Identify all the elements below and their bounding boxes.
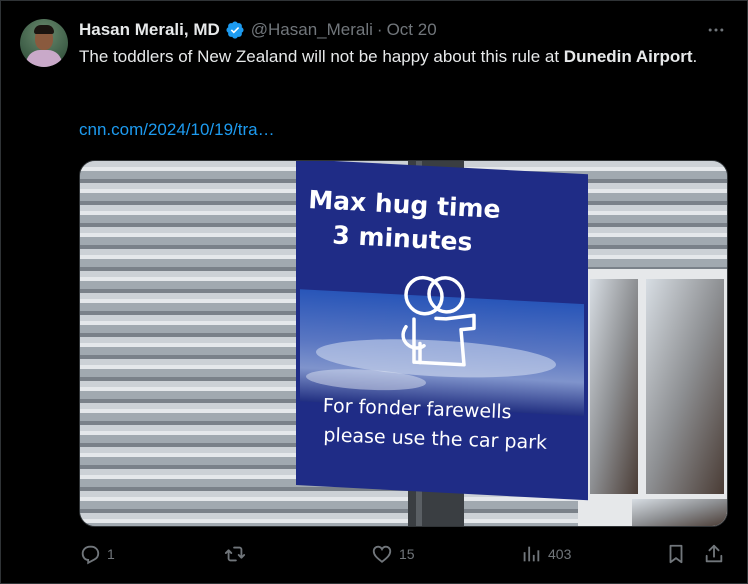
separator-dot: · [376, 20, 383, 39]
verified-icon [226, 21, 244, 39]
retweet-icon [224, 546, 246, 562]
like-button[interactable]: 15 [371, 540, 415, 568]
tweet-header: Hasan Merali, MD @Hasan_Merali · Oct 20 [79, 19, 437, 41]
tweet-text: The toddlers of New Zealand will not be … [79, 45, 719, 69]
tweet-text-after: . [692, 47, 698, 66]
like-count: 15 [399, 546, 415, 562]
like-icon [372, 545, 392, 563]
tweet-actions: 1 15 403 [79, 540, 727, 568]
tweet-date[interactable]: Oct 20 [387, 20, 437, 40]
author-name[interactable]: Hasan Merali, MD [79, 20, 220, 40]
more-button[interactable] [705, 19, 727, 41]
views-button[interactable]: 403 [520, 540, 571, 568]
share-button[interactable] [703, 540, 725, 568]
sign-photo: Max hug time 3 minutes For fonder farewe… [80, 161, 727, 526]
tweet-media-image[interactable]: Max hug time 3 minutes For fonder farewe… [79, 160, 728, 527]
avatar[interactable] [20, 19, 68, 67]
views-icon [523, 546, 540, 562]
avatar-shirt [26, 50, 62, 67]
share-icon [705, 544, 723, 563]
tweet-link[interactable]: cnn.com/2024/10/19/tra… [79, 120, 275, 140]
author-handle[interactable]: @Hasan_Merali [251, 20, 373, 40]
tweet-text-bold[interactable]: Dunedin Airport [564, 47, 693, 66]
bookmark-button[interactable] [665, 540, 687, 568]
tweet-text-before: The toddlers of New Zealand will not be … [79, 47, 564, 66]
view-count: 403 [548, 546, 572, 562]
reply-icon [81, 545, 100, 565]
reply-count: 1 [107, 546, 115, 562]
more-icon [708, 28, 724, 32]
bookmark-icon [669, 544, 683, 564]
reply-button[interactable]: 1 [79, 540, 115, 568]
avatar-hair [34, 25, 54, 34]
retweet-button[interactable] [224, 540, 252, 568]
